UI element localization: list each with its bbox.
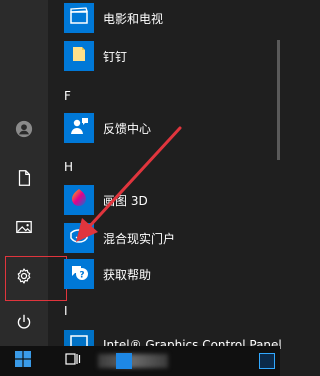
paint3d-icon bbox=[68, 187, 90, 213]
app-tile: ? bbox=[64, 259, 94, 289]
taskbar-app-ps[interactable] bbox=[256, 346, 278, 376]
app-label: 获取帮助 bbox=[103, 267, 152, 282]
app-list-scrollbar[interactable] bbox=[277, 40, 280, 160]
documents-button[interactable] bbox=[0, 162, 48, 198]
app-tile bbox=[64, 41, 94, 71]
start-button[interactable] bbox=[8, 346, 38, 376]
app-tile bbox=[64, 3, 94, 33]
pictures-icon bbox=[15, 218, 33, 240]
section-letter-h[interactable]: H bbox=[64, 158, 73, 176]
app-item-paint-3d[interactable]: 画图 3D bbox=[64, 183, 280, 217]
taskbar-app[interactable] bbox=[112, 346, 136, 376]
app-item-get-help[interactable]: ? 获取帮助 bbox=[64, 257, 280, 291]
app-label: 电影和电视 bbox=[103, 11, 164, 26]
app-tile bbox=[64, 223, 94, 253]
section-letter-f[interactable]: F bbox=[64, 87, 71, 105]
feedback-hub-icon bbox=[68, 115, 90, 141]
app-item-movies-tv[interactable]: 电影和电视 bbox=[64, 1, 280, 35]
app-item-mixed-reality-portal[interactable]: 混合现实门户 bbox=[64, 221, 280, 255]
taskbar bbox=[0, 346, 280, 376]
windows-logo-icon bbox=[15, 351, 31, 371]
app-item-dingtalk[interactable]: 钉钉 bbox=[64, 39, 280, 73]
get-help-icon: ? bbox=[68, 261, 90, 287]
task-view-icon bbox=[65, 351, 81, 371]
film-icon bbox=[68, 5, 90, 31]
app-item-feedback-hub[interactable]: 反馈中心 bbox=[64, 111, 280, 145]
power-icon bbox=[15, 313, 33, 335]
power-button[interactable] bbox=[0, 306, 48, 342]
dingtalk-icon bbox=[68, 43, 90, 69]
app-list: 电影和电视 钉钉 F 反馈中心 H 画图 3D 混合现实门户 ? 获取帮助 I … bbox=[48, 0, 282, 360]
app-label: 画图 3D bbox=[103, 193, 148, 208]
mixed-reality-icon bbox=[68, 225, 90, 251]
app-label: 反馈中心 bbox=[103, 121, 152, 136]
task-view-button[interactable] bbox=[60, 346, 86, 376]
app-tile bbox=[64, 113, 94, 143]
app-icon bbox=[259, 353, 275, 369]
user-icon bbox=[15, 120, 33, 142]
pictures-button[interactable] bbox=[0, 211, 48, 247]
user-account-button[interactable] bbox=[0, 113, 48, 149]
app-icon bbox=[116, 353, 132, 369]
svg-text:?: ? bbox=[79, 271, 84, 281]
section-letter-i[interactable]: I bbox=[64, 302, 68, 320]
app-label: 钉钉 bbox=[103, 49, 128, 64]
app-label: 混合现实门户 bbox=[103, 231, 176, 246]
documents-icon bbox=[15, 169, 33, 191]
app-tile bbox=[64, 185, 94, 215]
